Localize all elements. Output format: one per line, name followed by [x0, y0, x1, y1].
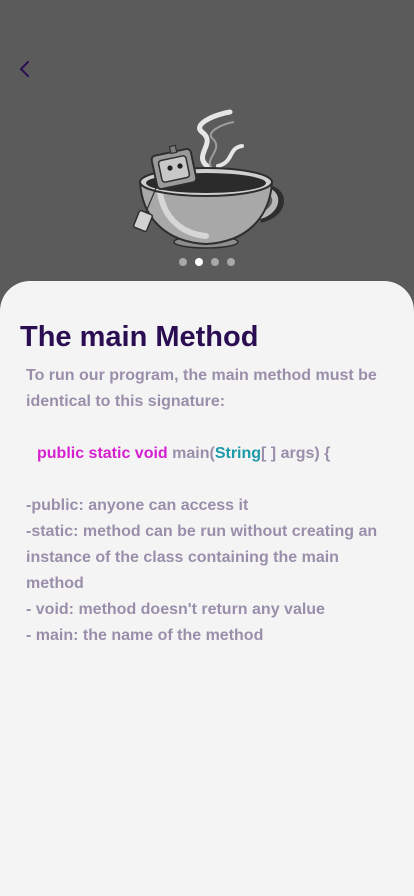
code-method: main( [172, 445, 215, 462]
code-modifiers: public static void [37, 445, 168, 462]
page-dot[interactable] [179, 258, 187, 266]
code-signature: public static void main(String[ ] args) … [26, 441, 386, 467]
header-area [0, 0, 414, 300]
code-type: String [214, 445, 262, 462]
note-void: - void: method doesn't return any value [26, 601, 325, 618]
note-public: -public: anyone can access it [26, 497, 249, 514]
back-button[interactable] [12, 56, 38, 82]
page-dot-active[interactable] [195, 258, 203, 266]
page-dot[interactable] [227, 258, 235, 266]
intro-text: To run our program, the main method must… [26, 367, 377, 410]
chevron-left-icon [20, 61, 29, 77]
code-brackets: [ ] [261, 445, 277, 462]
page-indicator [0, 258, 414, 266]
content-sheet: The main Method To run our program, the … [0, 281, 414, 896]
slide-title: The main Method [20, 321, 259, 353]
note-static: -static: method can be run without creat… [26, 523, 378, 592]
code-rest: args) { [280, 445, 331, 462]
page-dot[interactable] [211, 258, 219, 266]
java-coffee-cup-illustration [132, 109, 284, 249]
slide-body: To run our program, the main method must… [26, 363, 386, 649]
note-main: - main: the name of the method [26, 627, 264, 644]
notes-list: -public: anyone can access it -static: m… [26, 493, 386, 649]
